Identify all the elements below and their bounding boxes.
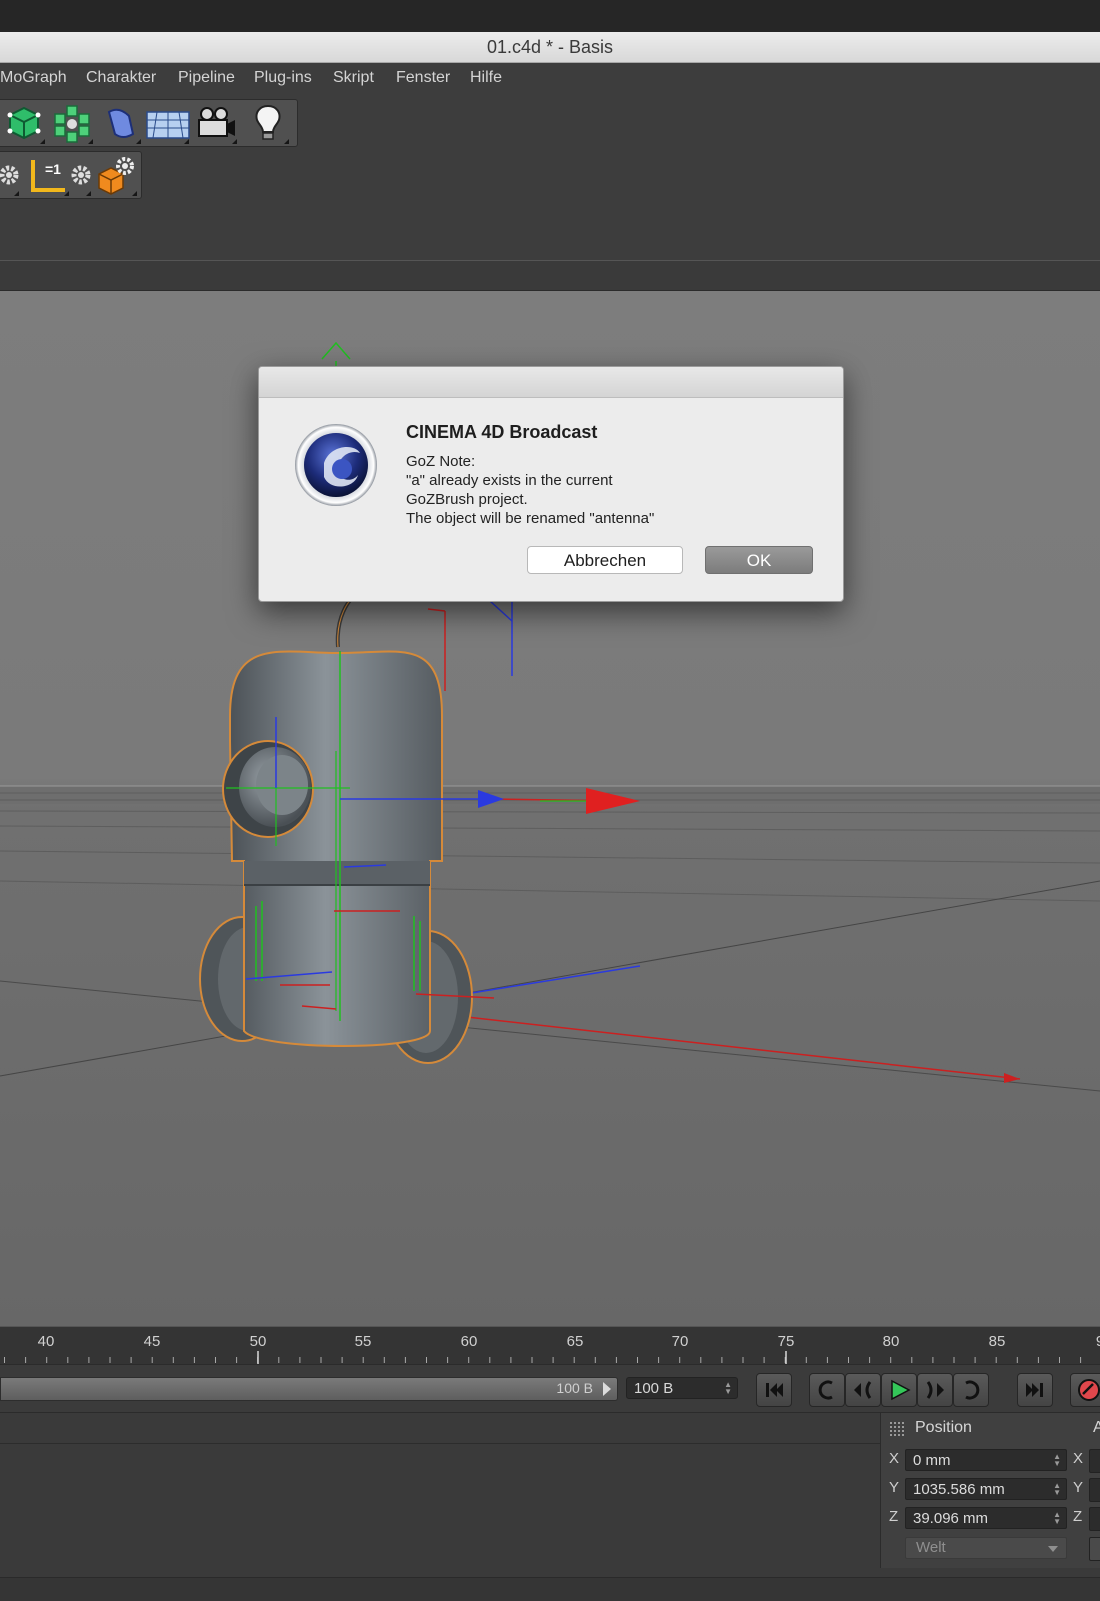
apply-button[interactable] xyxy=(1089,1537,1100,1561)
position-x-field[interactable]: 0 mm ▲ ▼ xyxy=(905,1449,1067,1471)
record-icon[interactable] xyxy=(1070,1373,1100,1407)
dialog-message-line: The object will be renamed "antenna" xyxy=(406,510,655,527)
menu-hilfe[interactable]: Hilfe xyxy=(470,69,502,87)
timeline-scrubber[interactable]: 100 B xyxy=(0,1377,618,1401)
settings-gear-icon[interactable] xyxy=(69,152,93,198)
timeline-tick-label: 50 xyxy=(249,1333,267,1350)
window-title-bar: 01.c4d * - Basis xyxy=(0,32,1100,63)
timeline-tick-label: 45 xyxy=(143,1333,161,1350)
timeline-tick-label: 9 xyxy=(1080,1333,1100,1350)
scrubber-label: 100 B xyxy=(556,1380,593,1396)
axis-label-y-secondary: Y xyxy=(1073,1479,1084,1496)
timeline-ticks xyxy=(4,1351,1082,1365)
panel-grip-icon[interactable] xyxy=(889,1421,905,1437)
play-icon[interactable] xyxy=(881,1373,917,1407)
camera-icon[interactable] xyxy=(193,100,239,146)
dialog-message-line: GoZ Note: xyxy=(406,453,476,470)
tools-toolbar-group: =1 xyxy=(0,151,142,199)
size-z-field[interactable] xyxy=(1089,1507,1100,1531)
object-toolbar-group xyxy=(0,99,298,147)
timeline-tick-label: 75 xyxy=(777,1333,795,1350)
axis-label-z: Z xyxy=(889,1508,899,1525)
menu-bar: MoGraph Charakter Pipeline Plug-ins Skri… xyxy=(0,63,1100,93)
timeline-tick-label: 65 xyxy=(566,1333,584,1350)
cancel-button[interactable]: Abbrechen xyxy=(527,546,683,574)
dialog-title-bar xyxy=(259,367,843,398)
size-y-field[interactable] xyxy=(1089,1478,1100,1502)
os-top-strip xyxy=(0,0,1100,32)
cloner-icon[interactable] xyxy=(49,100,95,146)
position-z-field[interactable]: 39.096 mm ▲ ▼ xyxy=(905,1507,1067,1529)
toolbar-area: =1 xyxy=(0,93,1100,261)
timeline-tick-label: 60 xyxy=(460,1333,478,1350)
status-bar xyxy=(0,1577,1100,1601)
menu-pipeline[interactable]: Pipeline xyxy=(178,69,235,87)
dialog-app-name: CINEMA 4D Broadcast xyxy=(406,422,598,442)
cube-settings-icon[interactable] xyxy=(93,152,139,198)
polygon-cube-icon[interactable] xyxy=(1,100,47,146)
go-to-end-icon[interactable] xyxy=(1017,1373,1053,1407)
svg-text:=1: =1 xyxy=(45,161,61,177)
coordinate-space-select[interactable]: Welt xyxy=(905,1537,1067,1559)
scrubber-arrow-icon xyxy=(603,1382,611,1396)
transport-bar: 100 B 100 B ▲ ▼ xyxy=(0,1364,1100,1413)
timeline-tick-label: 40 xyxy=(37,1333,55,1350)
floor-grid-icon[interactable] xyxy=(145,100,191,146)
stepper-arrows-icon[interactable]: ▲ ▼ xyxy=(1053,1482,1061,1497)
dialog-message-line: "a" already exists in the current xyxy=(406,472,613,489)
axis-snap-icon[interactable]: =1 xyxy=(25,152,71,198)
dialog-message-line: GoZBrush project. xyxy=(406,491,528,508)
bottom-panel: Position A X 0 mm ▲ ▼ X Y 1035.586 mm ▲ ▼ Y … xyxy=(0,1412,1100,1578)
menu-charakter[interactable]: Charakter xyxy=(86,69,156,87)
coordinate-space-value: Welt xyxy=(916,1539,946,1556)
settings-gear-icon[interactable] xyxy=(0,152,21,198)
stepper-arrows-icon[interactable]: ▲ ▼ xyxy=(1053,1511,1061,1526)
ok-button[interactable]: OK xyxy=(705,546,813,574)
stepper-arrows-icon[interactable]: ▲ ▼ xyxy=(1053,1453,1061,1468)
timeline-tick-label: 85 xyxy=(988,1333,1006,1350)
light-bulb-icon[interactable] xyxy=(245,100,291,146)
timeline-tick-label: 70 xyxy=(671,1333,689,1350)
axis-label-x: X xyxy=(889,1450,900,1467)
second-column-header: A xyxy=(1093,1419,1100,1436)
axis-label-x-secondary: X xyxy=(1073,1450,1084,1467)
attribute-panel xyxy=(0,1413,880,1568)
position-y-value: 1035.586 mm xyxy=(913,1481,1005,1498)
window-title: 01.c4d * - Basis xyxy=(486,37,614,57)
position-y-field[interactable]: 1035.586 mm ▲ ▼ xyxy=(905,1478,1067,1500)
position-header: Position xyxy=(915,1419,972,1436)
end-frame-value: 100 B xyxy=(634,1380,674,1397)
next-key-icon[interactable] xyxy=(953,1373,989,1407)
position-z-value: 39.096 mm xyxy=(913,1510,989,1527)
axis-label-z-secondary: Z xyxy=(1073,1508,1083,1525)
timeline-ruler[interactable]: 40 45 50 55 60 65 70 75 80 85 9 xyxy=(0,1326,1100,1365)
timeline-tick-label: 55 xyxy=(354,1333,372,1350)
previous-key-icon[interactable] xyxy=(809,1373,845,1407)
previous-frame-icon[interactable] xyxy=(845,1373,881,1407)
goz-alert-dialog: CINEMA 4D Broadcast GoZ Note: "a" alread… xyxy=(258,366,844,602)
position-x-value: 0 mm xyxy=(913,1452,951,1469)
size-x-field[interactable] xyxy=(1089,1449,1100,1473)
stepper-arrows-icon[interactable]: ▲ ▼ xyxy=(724,1381,732,1396)
menu-fenster[interactable]: Fenster xyxy=(396,69,450,87)
chevron-down-icon xyxy=(1048,1546,1058,1552)
cinema4d-logo-icon xyxy=(294,423,378,507)
go-to-start-icon[interactable] xyxy=(756,1373,792,1407)
timeline-tick-label: 80 xyxy=(882,1333,900,1350)
viewport-header xyxy=(0,261,1100,291)
end-frame-field[interactable]: 100 B ▲ ▼ xyxy=(626,1377,738,1399)
menu-plugins[interactable]: Plug-ins xyxy=(254,69,312,87)
axis-label-y: Y xyxy=(889,1479,900,1496)
coordinates-panel: Position A X 0 mm ▲ ▼ X Y 1035.586 mm ▲ ▼ Y … xyxy=(880,1413,1100,1568)
next-frame-icon[interactable] xyxy=(917,1373,953,1407)
menu-skript[interactable]: Skript xyxy=(333,69,374,87)
menu-mograph[interactable]: MoGraph xyxy=(0,69,67,87)
deformer-icon[interactable] xyxy=(97,100,143,146)
